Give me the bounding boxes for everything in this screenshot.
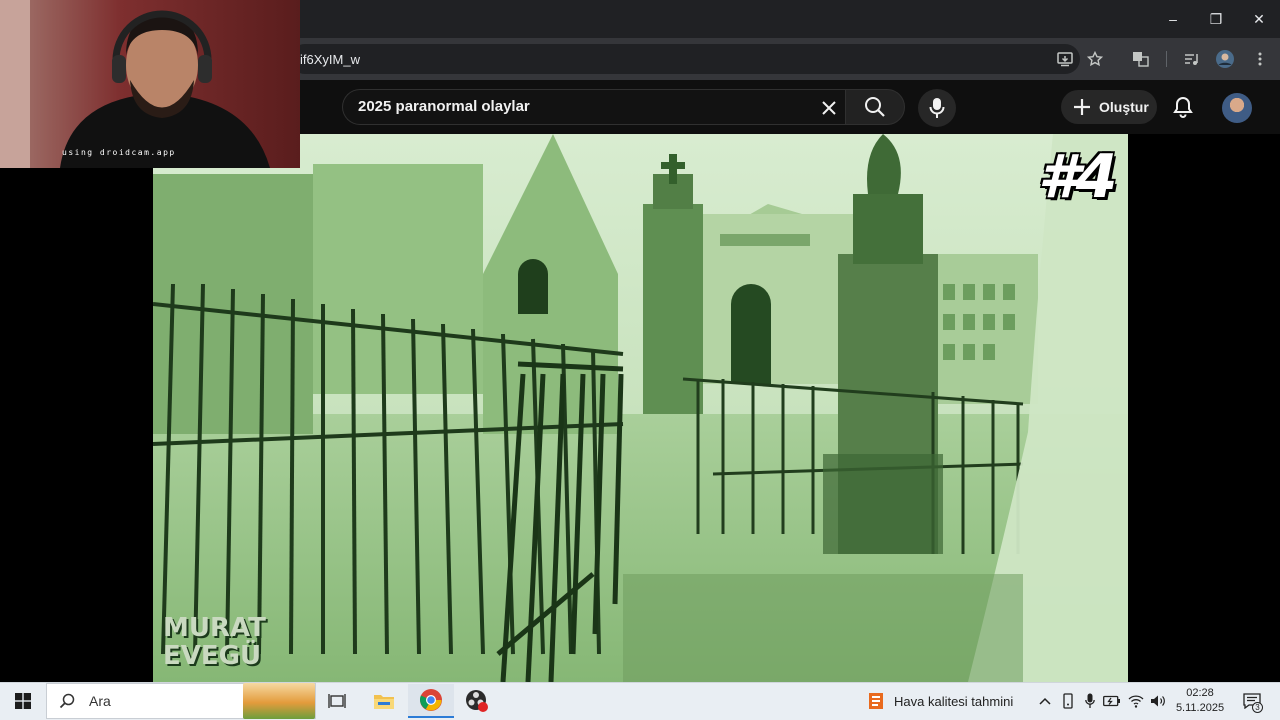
create-button[interactable]: Oluştur: [1061, 90, 1157, 124]
search-query-text[interactable]: 2025 paranormal olaylar: [358, 98, 530, 115]
show-hidden-icons-chevron-icon[interactable]: [1036, 690, 1054, 712]
obs-taskbar-icon[interactable]: [454, 684, 500, 718]
media-control-icon[interactable]: [1180, 48, 1202, 70]
search-button[interactable]: [845, 89, 905, 125]
webcam-overlay: [0, 0, 300, 168]
chrome-taskbar-icon[interactable]: [408, 684, 454, 718]
video-player[interactable]: [153, 134, 1128, 682]
taskbar-clock[interactable]: 02:28 5.11.2025: [1170, 686, 1230, 716]
clear-search-icon[interactable]: [817, 96, 841, 120]
windows-logo-icon: [15, 693, 31, 709]
create-button-label: Oluştur: [1099, 99, 1149, 115]
voice-search-button[interactable]: [918, 89, 956, 127]
wifi-icon[interactable]: [1127, 690, 1145, 712]
address-bar[interactable]: [290, 44, 1080, 74]
weather-label: Hava kalitesi tahmini: [894, 693, 1014, 709]
notifications-button[interactable]: [1170, 94, 1196, 120]
close-window-button[interactable]: ✕: [1236, 0, 1280, 38]
notification-count-badge: 3: [1252, 702, 1263, 713]
webcam-person-image: [0, 0, 270, 168]
air-quality-icon: [869, 693, 883, 709]
translate-icon[interactable]: [1130, 48, 1152, 70]
profile-icon[interactable]: [1214, 48, 1236, 70]
weather-widget[interactable]: Hava kalitesi tahmini: [866, 686, 1013, 716]
file-explorer-icon[interactable]: [361, 684, 407, 718]
clock-time: 02:28: [1186, 687, 1214, 699]
watermark-line-2: EVEGÜ: [163, 641, 262, 671]
task-view-icon[interactable]: [314, 684, 360, 718]
volume-icon[interactable]: [1149, 690, 1167, 712]
chrome-menu-icon[interactable]: [1249, 48, 1271, 70]
account-avatar[interactable]: [1222, 93, 1252, 123]
channel-watermark: MURAT EVEGÜ: [163, 614, 266, 670]
bookmark-star-icon[interactable]: [1084, 48, 1106, 70]
video-frame-image: [153, 134, 1128, 682]
minimize-button[interactable]: –: [1150, 0, 1196, 38]
watermark-line-1: MURAT: [163, 613, 266, 643]
mic-icon: [929, 98, 945, 118]
episode-badge: #4: [1038, 142, 1117, 212]
plus-icon: [1074, 99, 1090, 115]
search-icon: [865, 97, 885, 117]
bell-icon: [1173, 96, 1193, 118]
battery-icon[interactable]: [1103, 690, 1121, 712]
clock-date: 5.11.2025: [1175, 702, 1225, 714]
toolbar-divider: [1166, 51, 1167, 67]
device-icon[interactable]: [1059, 690, 1077, 712]
microphone-tray-icon[interactable]: [1081, 690, 1099, 712]
address-bar-url[interactable]: if6XyIM_w: [300, 52, 360, 67]
taskbar-search-placeholder: Ara: [89, 693, 111, 709]
restore-button[interactable]: ❐: [1193, 0, 1239, 38]
search-highlight-image[interactable]: [243, 683, 315, 719]
search-icon: [59, 693, 75, 709]
install-app-icon[interactable]: [1054, 48, 1076, 70]
start-button[interactable]: [0, 682, 46, 720]
webcam-source-label: using droidcam.app: [62, 148, 176, 157]
